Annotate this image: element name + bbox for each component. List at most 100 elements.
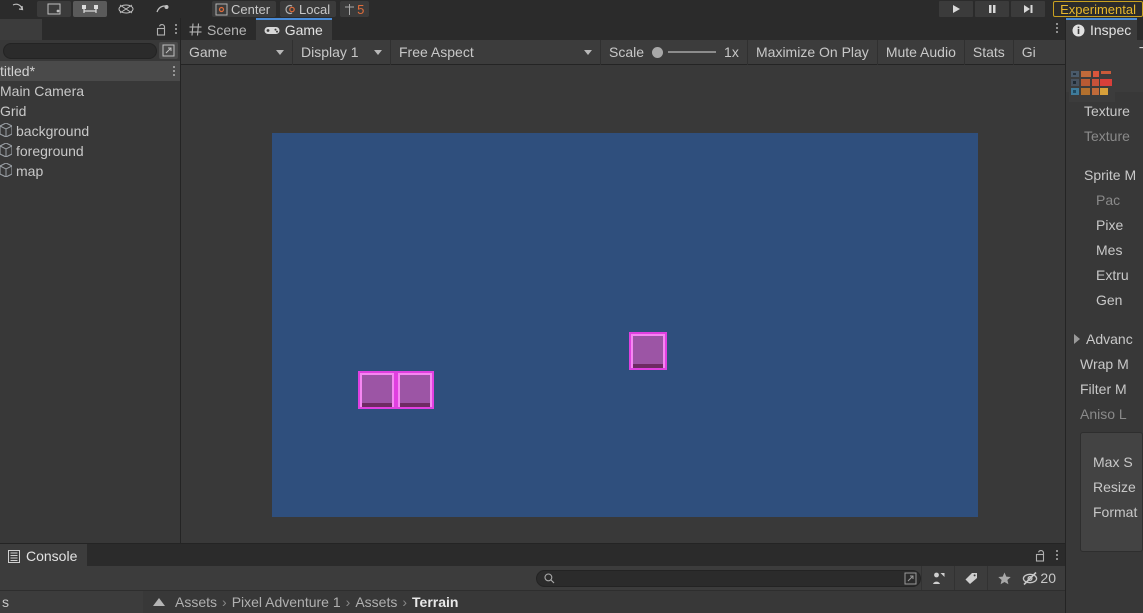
- inspector-row-texture-shape[interactable]: Texture: [1066, 123, 1143, 148]
- tab-inspector[interactable]: Inspec: [1066, 18, 1138, 40]
- move-tool-button[interactable]: [37, 1, 71, 17]
- person-filter-button[interactable]: [921, 566, 954, 590]
- inspector-row-packing-tag[interactable]: Pac: [1066, 187, 1143, 212]
- slider-track[interactable]: [668, 51, 717, 53]
- inspector-row-pixels-per-unit[interactable]: Pixe: [1066, 212, 1143, 237]
- maximize-on-play-label: Maximize On Play: [756, 44, 869, 60]
- breadcrumb-item-assets-2[interactable]: Assets: [355, 594, 397, 610]
- game-view-canvas[interactable]: [181, 65, 1066, 544]
- hierarchy-item-background[interactable]: background: [0, 121, 181, 141]
- console-menu-button[interactable]: [1056, 550, 1058, 560]
- game-render-surface[interactable]: [272, 133, 978, 517]
- inspector-tabbar: Inspec: [1066, 18, 1143, 40]
- pause-button[interactable]: [975, 1, 1010, 17]
- row-label: Filter M: [1080, 380, 1127, 397]
- breadcrumb-item-assets[interactable]: Assets: [175, 594, 217, 610]
- slider-knob[interactable]: [652, 46, 664, 58]
- divider-game-console[interactable]: [0, 543, 1066, 544]
- console-tabbar: Console: [0, 544, 1066, 566]
- hierarchy-search-input[interactable]: [3, 42, 157, 59]
- play-button[interactable]: [939, 1, 974, 17]
- tab-console[interactable]: Console: [0, 544, 88, 566]
- search-expand-button[interactable]: [904, 572, 917, 585]
- display-index-label: Display 1: [301, 44, 359, 60]
- main-toolbar: Center Local 5 Experimental: [0, 0, 1143, 18]
- scale-slider-control[interactable]: Scale 1x: [601, 39, 748, 65]
- tab-hierarchy[interactable]: [0, 19, 42, 40]
- inspector-row-resize-algorithm[interactable]: Resize: [1081, 474, 1142, 499]
- rect-tool-button[interactable]: [145, 1, 179, 17]
- terrain-tileset-preview: [1069, 68, 1115, 102]
- scene-menu-button[interactable]: [173, 66, 175, 76]
- divider-game-inspector[interactable]: [1065, 18, 1066, 613]
- favorite-star-button[interactable]: [987, 566, 1020, 590]
- chevron-right-icon[interactable]: [1074, 333, 1080, 344]
- handle-space-button[interactable]: Local: [280, 1, 337, 17]
- game-view-menu-button[interactable]: [1056, 23, 1058, 33]
- hierarchy-item-grid[interactable]: Grid: [0, 101, 181, 121]
- hierarchy-lock-button[interactable]: [156, 23, 167, 36]
- inspector-row-advanced[interactable]: Advanc: [1066, 326, 1143, 351]
- aspect-ratio-dropdown[interactable]: Free Aspect: [391, 39, 601, 65]
- inspector-row-sprite-mode[interactable]: Sprite M: [1066, 162, 1143, 187]
- row-label: Gen: [1096, 291, 1123, 308]
- lock-open-icon: [156, 23, 166, 36]
- hidden-assets-indicator[interactable]: 20: [1020, 570, 1062, 586]
- scale-tool-button[interactable]: [73, 1, 107, 17]
- display-target-dropdown[interactable]: Game: [181, 39, 293, 65]
- inspector-spacer: [1066, 312, 1143, 326]
- hierarchy-menu-button[interactable]: [175, 24, 177, 34]
- maximize-on-play-toggle[interactable]: Maximize On Play: [748, 39, 878, 65]
- hand-tool-button[interactable]: [1, 1, 35, 17]
- hierarchy-expand-button[interactable]: [159, 42, 178, 59]
- step-button[interactable]: [1011, 1, 1046, 17]
- display-target-label: Game: [189, 44, 228, 60]
- rotate-icon: [118, 4, 134, 14]
- label-tag-button[interactable]: [954, 566, 987, 590]
- inspector-body: Texture Texture Sprite M Pac Pixe Mes Ex…: [1066, 92, 1143, 552]
- stats-toggle[interactable]: Stats: [965, 39, 1014, 65]
- sort-ascending-icon[interactable]: [153, 598, 165, 606]
- console-lock-button[interactable]: [1035, 549, 1046, 562]
- aspect-ratio-label: Free Aspect: [399, 44, 474, 60]
- gizmos-dropdown[interactable]: Gi: [1014, 40, 1044, 65]
- inspector-row-filter-mode[interactable]: Filter M: [1066, 376, 1143, 401]
- rotate-tool-button[interactable]: [109, 1, 143, 17]
- pivot-mode-label: Center: [231, 1, 271, 17]
- cube-icon: [0, 121, 13, 140]
- mute-audio-toggle[interactable]: Mute Audio: [878, 39, 965, 65]
- hierarchy-item-main-camera[interactable]: Main Camera: [0, 81, 181, 101]
- experimental-badge[interactable]: Experimental: [1053, 1, 1143, 17]
- breadcrumb-item-pixel-adventure-1[interactable]: Pixel Adventure 1: [232, 594, 341, 610]
- tab-scene[interactable]: Scene: [181, 19, 256, 40]
- hierarchy-item-map[interactable]: map: [0, 161, 181, 181]
- inspector-row-max-size[interactable]: Max S: [1081, 449, 1142, 474]
- project-tree-column[interactable]: s: [0, 590, 143, 613]
- console-panel: Console 20 s Assets › Pixel Adventure 1 …: [0, 544, 1066, 613]
- inspector-row-mesh-type[interactable]: Mes: [1066, 237, 1143, 262]
- scene-name-label: titled*: [0, 63, 36, 79]
- pivot-mode-button[interactable]: Center: [212, 1, 277, 17]
- scale-slider[interactable]: [652, 46, 717, 58]
- tetromino-cell: [358, 371, 396, 409]
- tileset-thumbnail-icon: [1069, 68, 1115, 102]
- tab-game[interactable]: Game: [255, 18, 332, 40]
- tab-label: Scene: [207, 21, 247, 38]
- hierarchy-item-foreground[interactable]: foreground: [0, 141, 181, 161]
- divider-hierarchy-game[interactable]: [180, 18, 181, 544]
- inspector-row-extrude-edges[interactable]: Extru: [1066, 262, 1143, 287]
- hierarchy-scene-row[interactable]: titled*: [0, 61, 181, 81]
- inspector-row-aniso-level[interactable]: Aniso L: [1066, 401, 1143, 426]
- inspector-spacer: [1066, 148, 1143, 162]
- inspector-row-format[interactable]: Format: [1081, 499, 1142, 524]
- cell-shadow: [400, 403, 430, 407]
- inspector-row-generate-physics[interactable]: Gen: [1066, 287, 1143, 312]
- row-label: Texture: [1084, 102, 1130, 119]
- inspector-row-wrap-mode[interactable]: Wrap M: [1066, 351, 1143, 376]
- hierarchy-item-label: map: [16, 163, 44, 179]
- breadcrumb-item-terrain[interactable]: Terrain: [412, 594, 458, 610]
- grid-snap-button[interactable]: 5: [340, 1, 370, 17]
- console-search-input[interactable]: [536, 569, 922, 587]
- display-index-dropdown[interactable]: Display 1: [293, 39, 391, 65]
- console-lines-icon: [8, 549, 20, 563]
